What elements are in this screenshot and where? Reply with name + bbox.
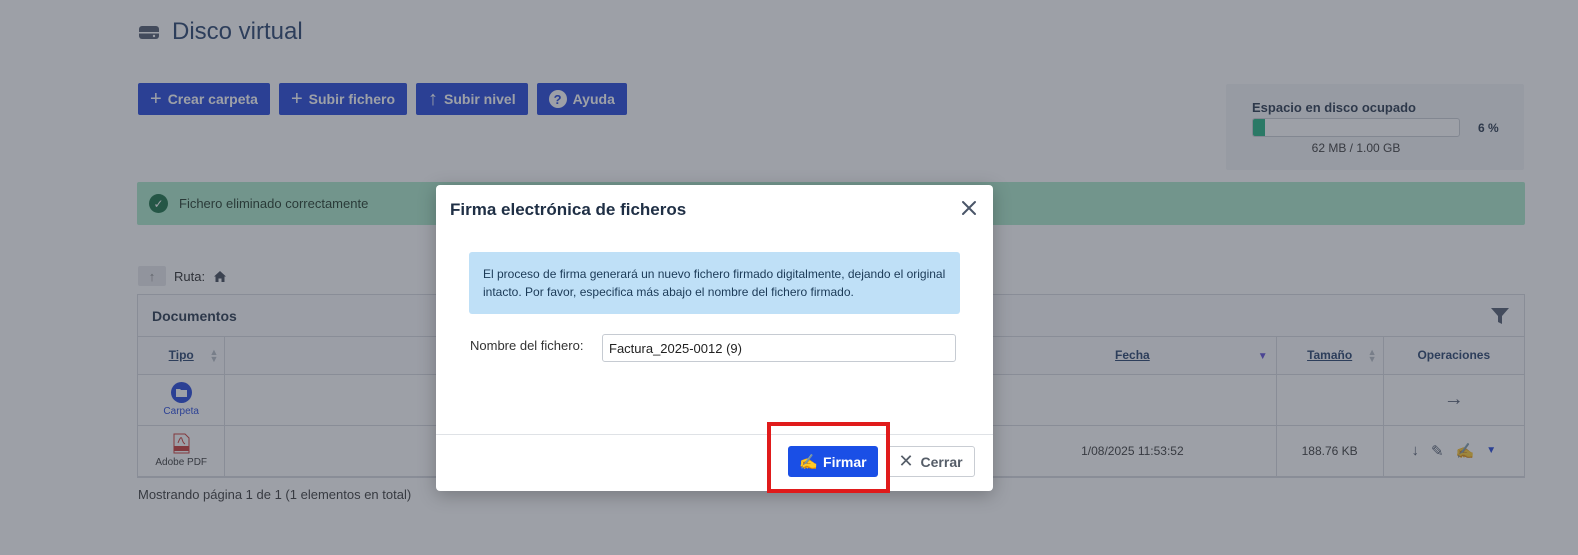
dialog-divider [436,434,993,435]
close-button[interactable]: ✕ Cerrar [886,446,975,477]
dialog-title: Firma electrónica de ficheros [450,200,687,219]
info-message: El proceso de firma generará un nuevo fi… [469,252,960,314]
filename-label: Nombre del fichero: [470,338,584,353]
close-icon[interactable] [959,198,979,218]
highlight-box [767,422,890,493]
close-x-icon: ✕ [898,451,914,471]
sign-dialog: Firma electrónica de ficheros El proceso… [436,185,993,491]
close-button-label: Cerrar [920,453,963,470]
filename-input[interactable] [602,334,956,362]
